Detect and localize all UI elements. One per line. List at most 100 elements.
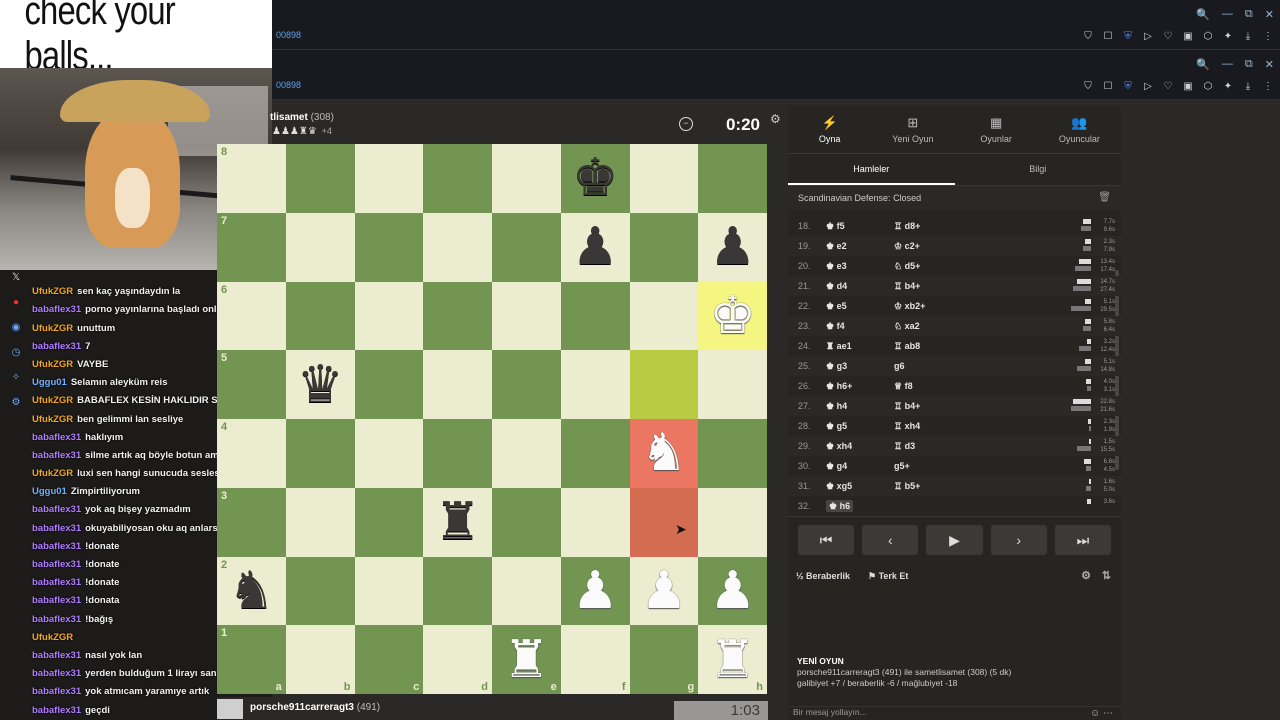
- chat-username[interactable]: UfukZGR: [32, 395, 73, 406]
- restore-icon[interactable]: ⧉: [1245, 58, 1253, 71]
- chat-username[interactable]: UfukZGR: [32, 286, 73, 297]
- chat-username[interactable]: babaflex31: [32, 341, 81, 352]
- square-icon[interactable]: ☐: [1102, 80, 1114, 92]
- black-move[interactable]: ♔ xb2+: [894, 301, 1014, 312]
- square-d4[interactable]: [423, 419, 492, 488]
- search-icon[interactable]: 🔍: [1196, 58, 1210, 71]
- player-username[interactable]: porsche911carreragt3: [250, 702, 354, 713]
- square-g1[interactable]: g: [629, 625, 699, 694]
- white-move[interactable]: ♚ h6: [826, 499, 894, 512]
- white-move-text[interactable]: ♚ f4: [826, 321, 845, 331]
- chat-username[interactable]: UfukZGR: [32, 359, 73, 370]
- chat-input[interactable]: Bir mesaj yollayın... ☺ ⋯: [788, 706, 1121, 720]
- square-f3[interactable]: [560, 487, 630, 557]
- black-move[interactable]: ♖ b4+: [894, 281, 1014, 292]
- minimize-icon[interactable]: —: [1222, 8, 1233, 21]
- white-pawn-icon[interactable]: ♟: [572, 565, 619, 617]
- white-rook-icon[interactable]: ♜: [503, 634, 550, 686]
- download-icon[interactable]: ⤓: [1242, 30, 1254, 42]
- white-move[interactable]: ♚ e2: [826, 241, 894, 252]
- chat-username[interactable]: babaflex31: [32, 504, 81, 515]
- emoji-icon[interactable]: ☺ ⋯: [1090, 708, 1113, 719]
- url-fragment-2[interactable]: 00898: [276, 80, 301, 90]
- square-a8[interactable]: 8: [217, 144, 286, 213]
- tab-info[interactable]: Bilgi: [955, 154, 1122, 185]
- tab-icon[interactable]: ▣: [1182, 30, 1194, 42]
- tab-oyuncular[interactable]: 👥 Oyuncular: [1038, 106, 1121, 153]
- black-knight-icon[interactable]: ♞: [228, 565, 275, 617]
- square-c1[interactable]: c: [354, 625, 424, 694]
- chat-username[interactable]: babaflex31: [32, 705, 81, 716]
- square-f2[interactable]: ♟: [560, 556, 630, 626]
- chess-board[interactable]: 8 ♚ 7 ♟ ♟ 6 ♚ 5 ♛ 4 ♞ 3 ♜ 2 ♞ ♟ ♟ ♟ 1 a b c d e ♜ f g h ♜: [217, 144, 767, 694]
- board-settings-icon[interactable]: ⚙: [770, 112, 781, 126]
- tab-oyunlar[interactable]: ▦ Oyunlar: [955, 106, 1038, 153]
- tab-moves[interactable]: Hamleler: [788, 154, 955, 185]
- avatar[interactable]: [217, 699, 243, 719]
- square-h4[interactable]: [698, 419, 767, 488]
- white-move-text[interactable]: ♜ ae1: [826, 341, 852, 351]
- square-e6[interactable]: [492, 281, 561, 351]
- black-move[interactable]: g6: [894, 361, 1014, 371]
- chat-username[interactable]: babaflex31: [32, 523, 81, 534]
- black-move[interactable]: ♖ b5+: [894, 481, 1014, 492]
- square-g8[interactable]: [629, 144, 699, 213]
- white-move-text[interactable]: ♚ g3: [826, 361, 847, 371]
- restore-icon[interactable]: ⧉: [1245, 8, 1253, 21]
- chat-username[interactable]: babaflex31: [32, 432, 81, 443]
- player-name[interactable]: porsche911carreragt3 (491): [250, 702, 380, 713]
- chat-username[interactable]: UfukZGR: [32, 468, 73, 479]
- chat-username[interactable]: Uggu01: [32, 377, 67, 388]
- resign-button[interactable]: ⚑ Terk Et: [868, 571, 908, 582]
- chat-username[interactable]: babaflex31: [32, 595, 81, 606]
- settings-icon[interactable]: ⚙: [1081, 569, 1091, 582]
- chat-username[interactable]: babaflex31: [32, 304, 81, 315]
- square-h2[interactable]: ♟: [698, 556, 767, 626]
- play-icon[interactable]: ▷: [1142, 80, 1154, 92]
- square-b4[interactable]: [285, 419, 355, 488]
- chat-username[interactable]: UfukZGR: [32, 414, 73, 425]
- heart-icon[interactable]: ♡: [1162, 30, 1174, 42]
- black-move[interactable]: ♖ d8+: [894, 221, 1014, 232]
- white-move[interactable]: ♚ f4: [826, 321, 894, 332]
- square-e8[interactable]: [492, 144, 561, 213]
- trash-icon[interactable]: 🗑: [1098, 186, 1111, 210]
- chat-username[interactable]: UfukZGR: [32, 323, 73, 334]
- flip-board-icon[interactable]: ⇅: [1102, 569, 1111, 582]
- square-b8[interactable]: [285, 144, 355, 213]
- square-f6[interactable]: [560, 281, 630, 351]
- white-move[interactable]: ♚ g4: [826, 461, 894, 472]
- chat-username[interactable]: babaflex31: [32, 650, 81, 661]
- chat-username[interactable]: babaflex31: [32, 559, 81, 570]
- square-h5[interactable]: [698, 350, 767, 419]
- x-icon[interactable]: 𝕏: [6, 272, 26, 283]
- chat-username[interactable]: babaflex31: [32, 668, 81, 679]
- play-icon[interactable]: ▷: [1142, 30, 1154, 42]
- square-d6[interactable]: [423, 281, 492, 351]
- square-d3[interactable]: ♜: [423, 487, 492, 557]
- square-d2[interactable]: [423, 556, 492, 626]
- tab-yeni-oyun[interactable]: ⊞ Yeni Oyun: [871, 106, 954, 153]
- black-move[interactable]: ♖ d3: [894, 441, 1014, 452]
- youtube-icon[interactable]: ●: [6, 297, 26, 308]
- square-h7[interactable]: ♟: [698, 212, 767, 282]
- square-h6[interactable]: ♚: [698, 281, 767, 351]
- black-pawn-icon[interactable]: ♟: [709, 221, 756, 273]
- white-move-text[interactable]: ♚ g4: [826, 461, 847, 471]
- square-c4[interactable]: [354, 419, 424, 488]
- shield-icon[interactable]: ⛨: [1122, 30, 1134, 42]
- square-f8[interactable]: ♚: [560, 144, 630, 213]
- first-move-button[interactable]: ⏮: [798, 525, 855, 555]
- white-move-text[interactable]: ♚ xg5: [826, 481, 852, 491]
- square-b2[interactable]: [285, 556, 355, 626]
- url-fragment[interactable]: 00898: [276, 30, 301, 40]
- previous-move-button[interactable]: ‹: [862, 525, 919, 555]
- opponent-name[interactable]: tlisamet (308): [270, 112, 334, 123]
- white-move[interactable]: ♚ xh4: [826, 441, 894, 452]
- square-f4[interactable]: [560, 419, 630, 488]
- download-icon[interactable]: ⤓: [1242, 80, 1254, 92]
- square-h8[interactable]: [698, 144, 767, 213]
- black-move[interactable]: ♘ xa2: [894, 321, 1014, 332]
- play-circle-icon[interactable]: ◉: [6, 322, 26, 333]
- square-a4[interactable]: 4: [217, 419, 286, 488]
